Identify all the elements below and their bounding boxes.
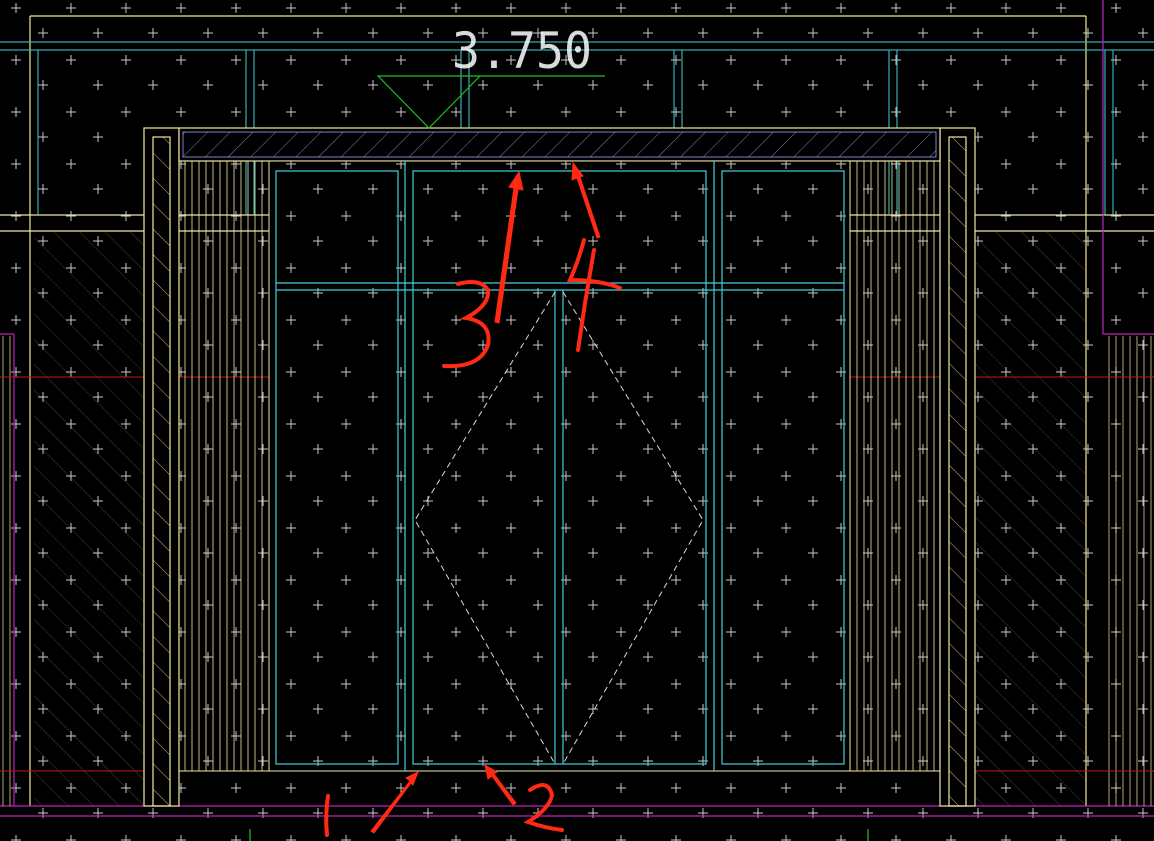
door-opening-hatch	[269, 161, 850, 771]
door-elevation-drawing[interactable]: 3.750 1 2 3 4	[0, 0, 1154, 841]
left-wall-hatch	[34, 231, 144, 806]
right-wall-hatch	[975, 231, 1085, 806]
left-side-panel	[178, 160, 270, 772]
cad-canvas[interactable]: 3.750 1 2 3 4	[0, 0, 1154, 841]
left-lower-vertical-hatch	[0, 336, 14, 806]
numeral-1	[324, 794, 330, 837]
lintel	[178, 127, 941, 162]
right-side-panel	[849, 160, 941, 772]
elevation-label: 3.750	[452, 22, 592, 80]
right-lower-vertical-hatch	[1106, 336, 1154, 806]
